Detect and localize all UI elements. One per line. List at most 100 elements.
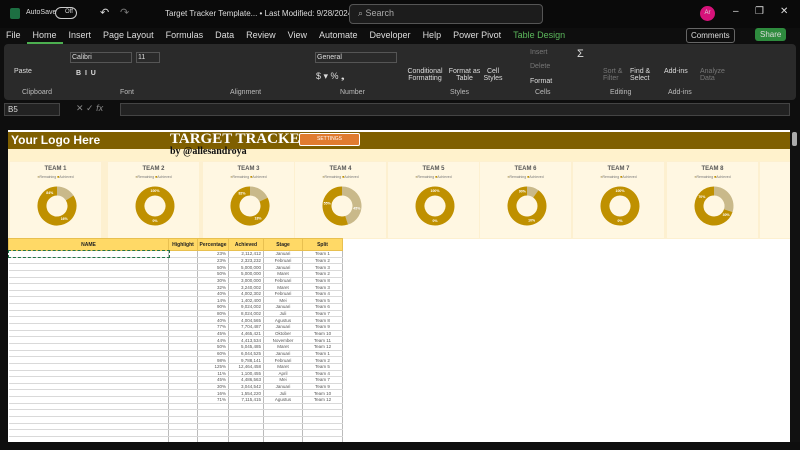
table-cell[interactable]: Januari <box>263 250 303 258</box>
table-row[interactable] <box>8 403 343 411</box>
table-cell[interactable] <box>8 303 169 311</box>
add-ins-button[interactable]: Add-ins <box>664 68 688 75</box>
column-header[interactable]: Percentage <box>197 238 229 251</box>
table-cell[interactable] <box>168 423 198 431</box>
table-cell[interactable] <box>8 249 170 259</box>
table-cell[interactable] <box>168 323 198 331</box>
table-cell[interactable] <box>8 350 169 358</box>
table-cell[interactable]: 2,112,412 <box>228 250 264 258</box>
table-cell[interactable] <box>8 389 169 398</box>
table-cell[interactable] <box>168 270 198 278</box>
table-cell[interactable] <box>8 429 169 437</box>
table-cell[interactable]: 5,000,000 <box>228 270 264 278</box>
table-cell[interactable]: 16% <box>197 389 229 398</box>
tab-table-design[interactable]: Table Design <box>507 28 571 44</box>
table-cell[interactable]: 9,788,141 <box>228 356 264 364</box>
table-cell[interactable] <box>302 436 343 442</box>
table-cell[interactable]: 7,704,487 <box>228 323 264 331</box>
settings-button[interactable]: SETTINGS <box>299 133 360 146</box>
table-row[interactable]: 11% 1,100,455 April Team 4 <box>8 370 343 378</box>
table-cell[interactable]: 45% <box>197 330 229 338</box>
table-cell[interactable]: Team 11 <box>302 336 343 344</box>
table-cell[interactable]: 4,413,534 <box>228 336 264 344</box>
table-cell[interactable]: 23% <box>197 250 229 258</box>
table-row[interactable] <box>8 423 343 431</box>
table-cell[interactable]: Oktober <box>263 330 303 338</box>
tab-file[interactable]: File <box>0 28 27 44</box>
tab-home[interactable]: Home <box>26 28 63 44</box>
table-cell[interactable]: 9,024,002 <box>228 303 264 311</box>
table-cell[interactable]: 5,045,485 <box>228 343 264 351</box>
table-row[interactable]: 23% 2,112,412 Januari Team 1 <box>8 249 343 259</box>
table-cell[interactable]: 1,402,400 <box>228 296 264 305</box>
table-cell[interactable]: 40% <box>197 316 229 325</box>
restore-button[interactable]: ❐ <box>755 6 764 17</box>
table-cell[interactable]: 50% <box>197 270 229 278</box>
table-cell[interactable]: Januari <box>263 323 303 331</box>
table-cell[interactable]: 80% <box>197 310 229 318</box>
table-cell[interactable] <box>263 423 303 431</box>
table-cell[interactable] <box>168 290 198 298</box>
table-cell[interactable] <box>8 343 169 351</box>
table-cell[interactable]: Team 1 <box>302 350 343 358</box>
table-cell[interactable]: Januari <box>263 303 303 311</box>
fx-icon[interactable]: ✕ ✓ fx <box>76 103 103 114</box>
table-cell[interactable] <box>197 409 229 417</box>
table-cell[interactable] <box>8 257 169 265</box>
tab-automate[interactable]: Automate <box>313 28 364 44</box>
table-cell[interactable] <box>228 416 264 424</box>
table-cell[interactable]: Juli <box>263 389 303 398</box>
name-box[interactable]: B5 <box>4 103 60 116</box>
conditional-formatting-button[interactable]: Conditional Formatting <box>405 68 445 82</box>
table-cell[interactable]: 60% <box>197 350 229 358</box>
table-cell[interactable] <box>168 403 198 411</box>
team-card[interactable]: TEAM 7 ■Remaining ■Achieved 0% 100% <box>573 162 664 238</box>
table-cell[interactable] <box>168 277 198 285</box>
team-card[interactable]: TEAM 5 ■Remaining ■Achieved 0% 100% <box>388 162 479 238</box>
table-cell[interactable]: Maret <box>263 270 303 278</box>
search-input[interactable]: ⌕ Search <box>349 4 543 24</box>
table-row[interactable]: 23% 2,323,232 Februari Team 2 <box>8 257 343 265</box>
table-cell[interactable]: 3,044,542 <box>228 383 264 391</box>
table-row[interactable]: 40% 4,002,302 Februari Team 4 <box>8 290 343 298</box>
table-cell[interactable]: Team 4 <box>302 290 343 298</box>
table-row[interactable]: 45% 4,465,421 Oktober Team 10 <box>8 330 343 338</box>
table-cell[interactable]: Team 9 <box>302 323 343 331</box>
table-cell[interactable]: April <box>263 370 303 378</box>
analyze-data-button[interactable]: Analyze Data <box>700 68 725 82</box>
table-cell[interactable] <box>302 416 343 424</box>
team-card[interactable]: TEAM 2 ■Remaining ■Achieved 0% 100% <box>108 162 199 238</box>
table-cell[interactable]: Mei <box>263 296 303 305</box>
table-row[interactable]: 125% 12,464,458 Maret Team 5 <box>8 363 343 371</box>
currency-button[interactable]: $ ▾ % ❟ <box>316 71 345 82</box>
share-button[interactable]: Share <box>755 28 787 41</box>
table-row[interactable]: 50% 5,045,485 Maret Team 12 <box>8 343 343 351</box>
table-cell[interactable] <box>8 310 169 318</box>
table-cell[interactable]: 77% <box>197 323 229 331</box>
table-row[interactable]: 50% 5,000,000 Maret Team 2 <box>8 270 343 278</box>
table-cell[interactable] <box>8 330 169 338</box>
table-cell[interactable] <box>263 429 303 437</box>
tab-power-pivot[interactable]: Power Pivot <box>447 28 507 44</box>
table-cell[interactable] <box>8 403 169 411</box>
table-cell[interactable] <box>168 263 198 271</box>
team-card[interactable]: TEAM 8 ■Remaining ■Achieved 30% 70% <box>667 162 758 238</box>
table-cell[interactable] <box>302 403 343 411</box>
table-cell[interactable] <box>228 436 264 442</box>
table-cell[interactable] <box>168 330 198 338</box>
table-cell[interactable] <box>8 363 169 371</box>
table-cell[interactable] <box>8 416 169 424</box>
table-cell[interactable]: Mei <box>263 376 303 384</box>
table-cell[interactable]: 125% <box>197 363 229 371</box>
table-cell[interactable]: 50% <box>197 343 229 351</box>
table-row[interactable]: 45% 4,486,563 Mei Team 7 <box>8 376 343 384</box>
tab-page-layout[interactable]: Page Layout <box>97 28 160 44</box>
table-cell[interactable] <box>168 416 198 424</box>
table-row[interactable]: 50% 5,000,000 Januari Team 3 <box>8 263 343 271</box>
table-cell[interactable]: 12,464,458 <box>228 363 264 371</box>
column-header[interactable]: Stage <box>263 238 303 251</box>
table-cell[interactable] <box>228 429 264 437</box>
table-cell[interactable] <box>8 436 169 442</box>
table-cell[interactable]: Team 12 <box>302 396 343 404</box>
table-row[interactable]: 14% 1,402,400 Mei Team 5 <box>8 296 343 305</box>
